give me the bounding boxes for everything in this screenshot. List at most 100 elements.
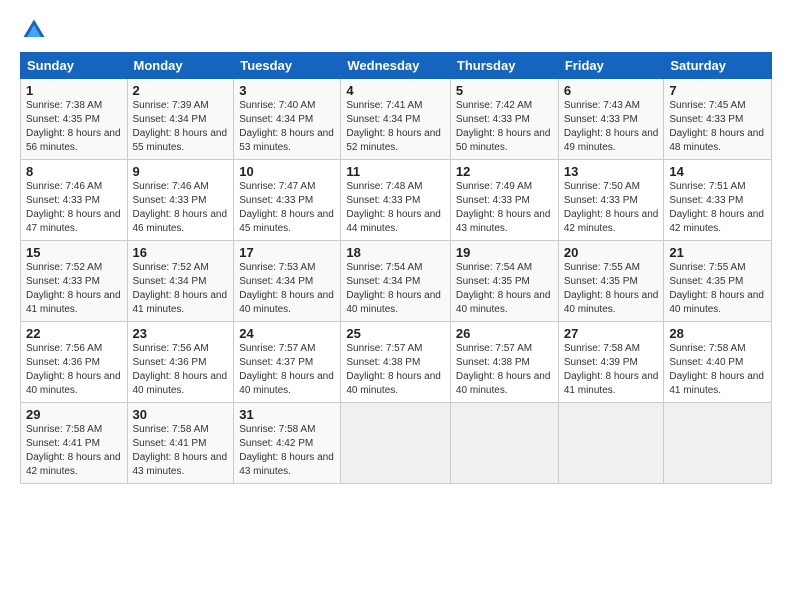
day-info: Sunrise: 7:39 AMSunset: 4:34 PMDaylight:… — [133, 99, 229, 155]
day-number: 7 — [669, 83, 766, 98]
calendar-cell: 9Sunrise: 7:46 AMSunset: 4:33 PMDaylight… — [127, 160, 234, 241]
calendar-cell: 19Sunrise: 7:54 AMSunset: 4:35 PMDayligh… — [450, 241, 558, 322]
day-info: Sunrise: 7:54 AMSunset: 4:34 PMDaylight:… — [346, 261, 445, 317]
day-number: 15 — [26, 245, 122, 260]
calendar-cell: 4Sunrise: 7:41 AMSunset: 4:34 PMDaylight… — [341, 79, 451, 160]
calendar-cell: 17Sunrise: 7:53 AMSunset: 4:34 PMDayligh… — [234, 241, 341, 322]
day-info: Sunrise: 7:55 AMSunset: 4:35 PMDaylight:… — [564, 261, 659, 317]
calendar-cell: 3Sunrise: 7:40 AMSunset: 4:34 PMDaylight… — [234, 79, 341, 160]
day-info: Sunrise: 7:54 AMSunset: 4:35 PMDaylight:… — [456, 261, 553, 317]
day-number: 12 — [456, 164, 553, 179]
day-info: Sunrise: 7:40 AMSunset: 4:34 PMDaylight:… — [239, 99, 335, 155]
calendar-cell: 27Sunrise: 7:58 AMSunset: 4:39 PMDayligh… — [558, 322, 664, 403]
day-header: Saturday — [664, 53, 772, 79]
day-number: 6 — [564, 83, 659, 98]
day-info: Sunrise: 7:56 AMSunset: 4:36 PMDaylight:… — [26, 342, 122, 398]
calendar-cell: 25Sunrise: 7:57 AMSunset: 4:38 PMDayligh… — [341, 322, 451, 403]
day-header: Sunday — [21, 53, 128, 79]
day-number: 3 — [239, 83, 335, 98]
calendar-cell: 21Sunrise: 7:55 AMSunset: 4:35 PMDayligh… — [664, 241, 772, 322]
calendar-cell: 6Sunrise: 7:43 AMSunset: 4:33 PMDaylight… — [558, 79, 664, 160]
day-number: 4 — [346, 83, 445, 98]
calendar-cell: 7Sunrise: 7:45 AMSunset: 4:33 PMDaylight… — [664, 79, 772, 160]
day-number: 16 — [133, 245, 229, 260]
day-number: 18 — [346, 245, 445, 260]
calendar-cell: 15Sunrise: 7:52 AMSunset: 4:33 PMDayligh… — [21, 241, 128, 322]
day-number: 1 — [26, 83, 122, 98]
day-info: Sunrise: 7:47 AMSunset: 4:33 PMDaylight:… — [239, 180, 335, 236]
day-number: 22 — [26, 326, 122, 341]
calendar-cell — [450, 403, 558, 484]
day-header: Thursday — [450, 53, 558, 79]
calendar-cell: 16Sunrise: 7:52 AMSunset: 4:34 PMDayligh… — [127, 241, 234, 322]
header — [20, 16, 772, 44]
calendar-cell: 5Sunrise: 7:42 AMSunset: 4:33 PMDaylight… — [450, 79, 558, 160]
calendar-cell: 10Sunrise: 7:47 AMSunset: 4:33 PMDayligh… — [234, 160, 341, 241]
logo-area — [20, 16, 52, 44]
day-info: Sunrise: 7:50 AMSunset: 4:33 PMDaylight:… — [564, 180, 659, 236]
calendar-cell: 31Sunrise: 7:58 AMSunset: 4:42 PMDayligh… — [234, 403, 341, 484]
logo-icon — [20, 16, 48, 44]
calendar-cell — [664, 403, 772, 484]
calendar-cell: 26Sunrise: 7:57 AMSunset: 4:38 PMDayligh… — [450, 322, 558, 403]
day-info: Sunrise: 7:58 AMSunset: 4:39 PMDaylight:… — [564, 342, 659, 398]
day-number: 2 — [133, 83, 229, 98]
day-info: Sunrise: 7:58 AMSunset: 4:41 PMDaylight:… — [26, 423, 122, 479]
calendar-week-row: 22Sunrise: 7:56 AMSunset: 4:36 PMDayligh… — [21, 322, 772, 403]
calendar-cell: 23Sunrise: 7:56 AMSunset: 4:36 PMDayligh… — [127, 322, 234, 403]
day-number: 24 — [239, 326, 335, 341]
calendar-cell: 11Sunrise: 7:48 AMSunset: 4:33 PMDayligh… — [341, 160, 451, 241]
calendar-week-row: 1Sunrise: 7:38 AMSunset: 4:35 PMDaylight… — [21, 79, 772, 160]
day-number: 25 — [346, 326, 445, 341]
day-info: Sunrise: 7:57 AMSunset: 4:37 PMDaylight:… — [239, 342, 335, 398]
calendar-cell: 1Sunrise: 7:38 AMSunset: 4:35 PMDaylight… — [21, 79, 128, 160]
day-info: Sunrise: 7:41 AMSunset: 4:34 PMDaylight:… — [346, 99, 445, 155]
day-number: 27 — [564, 326, 659, 341]
calendar-cell — [558, 403, 664, 484]
calendar-table: SundayMondayTuesdayWednesdayThursdayFrid… — [20, 52, 772, 484]
calendar-cell: 13Sunrise: 7:50 AMSunset: 4:33 PMDayligh… — [558, 160, 664, 241]
day-info: Sunrise: 7:57 AMSunset: 4:38 PMDaylight:… — [346, 342, 445, 398]
day-number: 26 — [456, 326, 553, 341]
day-info: Sunrise: 7:51 AMSunset: 4:33 PMDaylight:… — [669, 180, 766, 236]
day-number: 9 — [133, 164, 229, 179]
calendar-cell: 28Sunrise: 7:58 AMSunset: 4:40 PMDayligh… — [664, 322, 772, 403]
day-header: Friday — [558, 53, 664, 79]
day-info: Sunrise: 7:48 AMSunset: 4:33 PMDaylight:… — [346, 180, 445, 236]
day-info: Sunrise: 7:56 AMSunset: 4:36 PMDaylight:… — [133, 342, 229, 398]
day-info: Sunrise: 7:52 AMSunset: 4:34 PMDaylight:… — [133, 261, 229, 317]
day-number: 21 — [669, 245, 766, 260]
day-number: 10 — [239, 164, 335, 179]
day-number: 28 — [669, 326, 766, 341]
day-number: 30 — [133, 407, 229, 422]
day-info: Sunrise: 7:57 AMSunset: 4:38 PMDaylight:… — [456, 342, 553, 398]
calendar-cell: 29Sunrise: 7:58 AMSunset: 4:41 PMDayligh… — [21, 403, 128, 484]
day-info: Sunrise: 7:49 AMSunset: 4:33 PMDaylight:… — [456, 180, 553, 236]
calendar-cell: 12Sunrise: 7:49 AMSunset: 4:33 PMDayligh… — [450, 160, 558, 241]
calendar-week-row: 8Sunrise: 7:46 AMSunset: 4:33 PMDaylight… — [21, 160, 772, 241]
day-info: Sunrise: 7:58 AMSunset: 4:42 PMDaylight:… — [239, 423, 335, 479]
calendar-cell: 14Sunrise: 7:51 AMSunset: 4:33 PMDayligh… — [664, 160, 772, 241]
day-info: Sunrise: 7:46 AMSunset: 4:33 PMDaylight:… — [26, 180, 122, 236]
day-info: Sunrise: 7:42 AMSunset: 4:33 PMDaylight:… — [456, 99, 553, 155]
day-number: 11 — [346, 164, 445, 179]
day-number: 23 — [133, 326, 229, 341]
day-header: Tuesday — [234, 53, 341, 79]
day-info: Sunrise: 7:43 AMSunset: 4:33 PMDaylight:… — [564, 99, 659, 155]
day-info: Sunrise: 7:55 AMSunset: 4:35 PMDaylight:… — [669, 261, 766, 317]
day-number: 19 — [456, 245, 553, 260]
day-info: Sunrise: 7:38 AMSunset: 4:35 PMDaylight:… — [26, 99, 122, 155]
calendar-header-row: SundayMondayTuesdayWednesdayThursdayFrid… — [21, 53, 772, 79]
day-header: Monday — [127, 53, 234, 79]
day-number: 17 — [239, 245, 335, 260]
day-number: 29 — [26, 407, 122, 422]
calendar-cell: 2Sunrise: 7:39 AMSunset: 4:34 PMDaylight… — [127, 79, 234, 160]
calendar-cell: 30Sunrise: 7:58 AMSunset: 4:41 PMDayligh… — [127, 403, 234, 484]
day-number: 13 — [564, 164, 659, 179]
calendar-week-row: 29Sunrise: 7:58 AMSunset: 4:41 PMDayligh… — [21, 403, 772, 484]
calendar-cell — [341, 403, 451, 484]
day-info: Sunrise: 7:58 AMSunset: 4:41 PMDaylight:… — [133, 423, 229, 479]
day-number: 31 — [239, 407, 335, 422]
day-info: Sunrise: 7:45 AMSunset: 4:33 PMDaylight:… — [669, 99, 766, 155]
page: SundayMondayTuesdayWednesdayThursdayFrid… — [0, 0, 792, 494]
